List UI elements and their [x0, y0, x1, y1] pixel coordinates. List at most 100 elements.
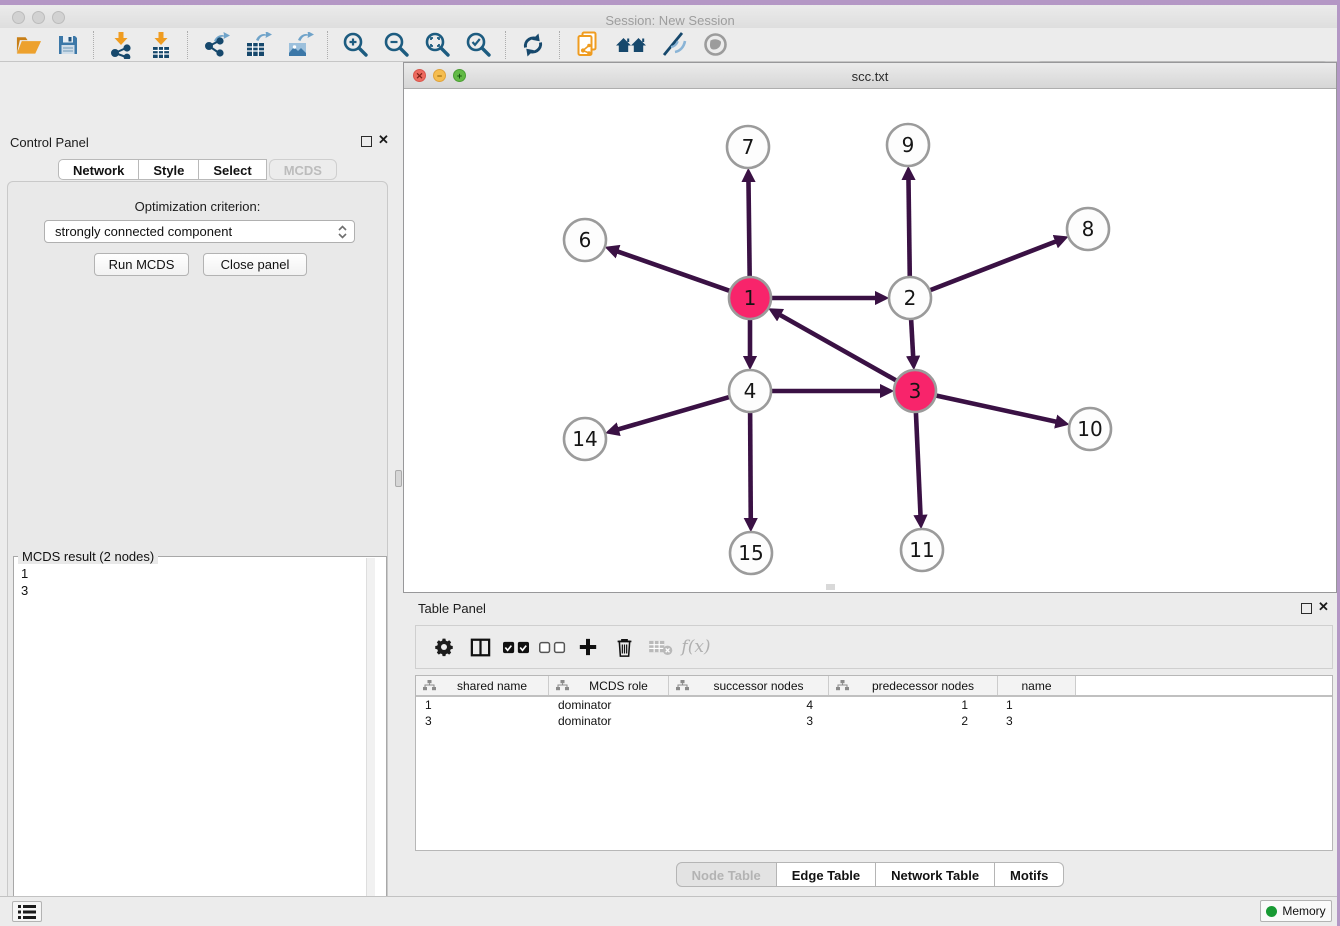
zoom-out-button[interactable] — [376, 30, 417, 60]
edge-4-14[interactable] — [612, 396, 732, 431]
zoom-in-icon — [342, 31, 369, 58]
graphics-details-button[interactable] — [654, 30, 695, 60]
memory-button[interactable]: Memory — [1260, 900, 1332, 922]
edge-3-11[interactable] — [916, 410, 921, 522]
table-row[interactable]: 3dominator323 — [416, 713, 1332, 729]
status-bar: Memory — [0, 896, 1340, 926]
column-header-shared-name[interactable]: shared name — [416, 676, 549, 695]
cell-MCDS-role[interactable]: dominator — [549, 697, 669, 713]
network-from-file-icon — [574, 31, 601, 59]
columns-button[interactable] — [462, 629, 498, 665]
select-all-button[interactable] — [498, 629, 534, 665]
import-table-button[interactable] — [141, 30, 181, 60]
edge-3-1[interactable] — [774, 312, 898, 382]
tab-node-table[interactable]: Node Table — [676, 862, 777, 887]
delete-button[interactable] — [606, 629, 642, 665]
deselect-all-button[interactable] — [534, 629, 570, 665]
home-button[interactable] — [608, 30, 654, 60]
edge-4-15[interactable] — [750, 410, 751, 525]
canvas-scroll-thumb[interactable] — [826, 584, 835, 590]
node-11[interactable]: 11 — [901, 529, 943, 571]
tab-select[interactable]: Select — [199, 159, 266, 180]
node-4[interactable]: 4 — [729, 370, 771, 412]
zoom-in-button[interactable] — [335, 30, 376, 60]
column-header-label: shared name — [436, 679, 548, 693]
network-from-file-button[interactable] — [567, 30, 608, 60]
cell-successor-nodes[interactable]: 4 — [669, 697, 829, 713]
zoom-selected-button[interactable] — [458, 30, 499, 60]
tab-motifs[interactable]: Motifs — [995, 862, 1064, 887]
splitter-handle[interactable] — [395, 470, 402, 487]
refresh-layout-button[interactable] — [513, 30, 553, 60]
export-table-button[interactable] — [237, 30, 279, 60]
float-table-panel-icon[interactable] — [1301, 603, 1312, 614]
task-history-button[interactable] — [12, 901, 42, 922]
column-header-predecessor-nodes[interactable]: predecessor nodes — [829, 676, 998, 695]
tab-network-table[interactable]: Network Table — [876, 862, 995, 887]
edge-2-8[interactable] — [928, 239, 1062, 291]
cell-MCDS-role[interactable]: dominator — [549, 713, 669, 729]
close-panel-button[interactable]: Close panel — [203, 253, 307, 276]
import-network-button[interactable] — [101, 30, 141, 60]
node-7[interactable]: 7 — [727, 126, 769, 168]
cell-predecessor-nodes[interactable]: 1 — [829, 697, 998, 713]
node-9[interactable]: 9 — [887, 124, 929, 166]
edge-3-10[interactable] — [934, 395, 1063, 423]
run-mcds-button[interactable]: Run MCDS — [94, 253, 189, 276]
open-session-button[interactable] — [8, 30, 49, 60]
cell-name[interactable]: 3 — [998, 713, 1076, 729]
column-header-name[interactable]: name — [998, 676, 1076, 695]
network-canvas[interactable]: 7 9 6 8 1 2 4 3 14 10 15 11 — [404, 89, 1336, 592]
toolbar-separator — [187, 31, 189, 59]
edge-2-9[interactable] — [908, 173, 909, 279]
tab-network[interactable]: Network — [58, 159, 139, 180]
table-panel-tabs: Node TableEdge TableNetwork TableMotifs — [403, 862, 1337, 887]
tab-edge-table[interactable]: Edge Table — [777, 862, 876, 887]
optimization-criterion-dropdown[interactable]: strongly connected component — [44, 220, 355, 243]
cell-name[interactable]: 1 — [998, 697, 1076, 713]
export-network-button[interactable] — [195, 30, 237, 60]
delete-icon — [615, 637, 634, 658]
add-button[interactable] — [570, 629, 606, 665]
node-8[interactable]: 8 — [1067, 208, 1109, 250]
node-6[interactable]: 6 — [564, 219, 606, 261]
export-image-button[interactable] — [279, 30, 321, 60]
close-panel-icon[interactable]: ✕ — [378, 133, 389, 147]
cell-predecessor-nodes[interactable]: 2 — [829, 713, 998, 729]
edge-1-7[interactable] — [748, 175, 749, 279]
column-header-successor-nodes[interactable]: successor nodes — [669, 676, 829, 695]
mcds-result-box[interactable] — [13, 556, 387, 926]
node-label: 6 — [579, 228, 592, 252]
close-table-panel-icon[interactable]: ✕ — [1318, 600, 1329, 614]
network-graph[interactable]: 7 9 6 8 1 2 4 3 14 10 15 11 — [404, 89, 1336, 592]
edge-2-3[interactable] — [911, 317, 914, 363]
settings-button[interactable] — [426, 629, 462, 665]
edge-1-6[interactable] — [611, 249, 732, 291]
cell-successor-nodes[interactable]: 3 — [669, 713, 829, 729]
cell-shared-name[interactable]: 1 — [416, 697, 549, 713]
tab-style[interactable]: Style — [139, 159, 199, 180]
export-network-icon — [202, 32, 230, 58]
mcds-result-scrollbar[interactable] — [366, 558, 375, 926]
node-15[interactable]: 15 — [730, 532, 772, 574]
float-panel-icon[interactable] — [361, 136, 372, 147]
node-3[interactable]: 3 — [894, 370, 936, 412]
dropdown-selected-value: strongly connected component — [45, 224, 334, 239]
node-label: 8 — [1082, 217, 1095, 241]
node-label: 11 — [909, 538, 934, 562]
zoom-fit-button[interactable] — [417, 30, 458, 60]
add-icon — [578, 637, 598, 657]
node-1[interactable]: 1 — [729, 277, 771, 319]
node-10[interactable]: 10 — [1069, 408, 1111, 450]
tab-mcds[interactable]: MCDS — [269, 159, 337, 180]
save-session-button[interactable] — [49, 30, 87, 60]
mcds-result-line: 1 — [16, 565, 360, 582]
open-session-icon — [15, 33, 42, 57]
table-toolbar: f(x) — [415, 625, 1333, 669]
table-row[interactable]: 1dominator411 — [416, 697, 1332, 713]
column-header-MCDS-role[interactable]: MCDS role — [549, 676, 669, 695]
node-2[interactable]: 2 — [889, 277, 931, 319]
select-all-icon — [502, 641, 530, 654]
cell-shared-name[interactable]: 3 — [416, 713, 549, 729]
node-14[interactable]: 14 — [564, 418, 606, 460]
